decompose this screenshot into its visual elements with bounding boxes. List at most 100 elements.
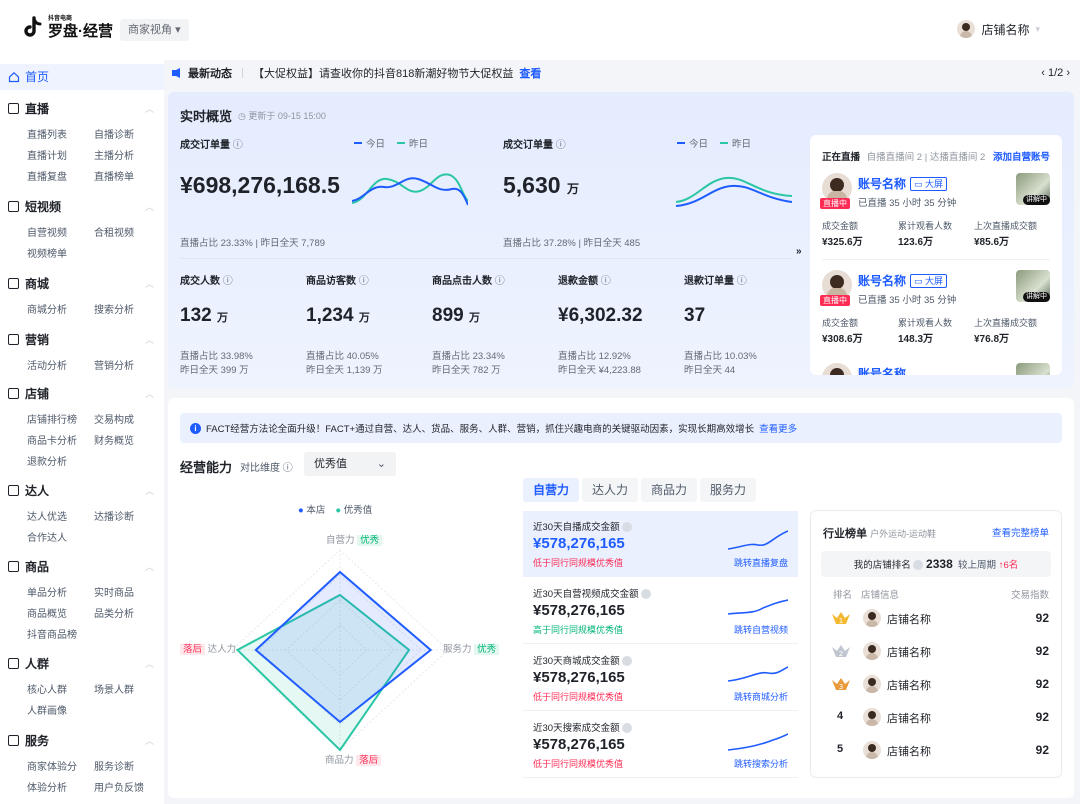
- sidebar-section-5[interactable]: 达人: [8, 482, 49, 499]
- sidebar-subitem[interactable]: 视频榜单: [27, 245, 67, 260]
- metric-card[interactable]: 近30天商城成交金额 ¥578,276,165 低于同行同规模优秀值 跳转商城分…: [523, 645, 798, 711]
- metric-card[interactable]: 近30天自营视频成交金额 ¥578,276,165 高于同行同规模优秀值 跳转自…: [523, 578, 798, 644]
- chevron-up-icon[interactable]: ︿: [145, 484, 154, 497]
- collapse-panel-icon[interactable]: »: [796, 246, 810, 268]
- live-account-name[interactable]: 账号名称: [858, 175, 906, 192]
- chevron-up-icon[interactable]: ︿: [145, 277, 154, 290]
- shop-menu[interactable]: 店铺名称 ▾: [957, 20, 1040, 38]
- sidebar-subitem[interactable]: 自播诊断: [94, 126, 134, 141]
- sidebar-subitem[interactable]: 合作达人: [27, 529, 67, 544]
- rank-row[interactable]: 4店铺名称92: [811, 702, 1063, 732]
- sidebar-subitem[interactable]: 抖音商品榜: [27, 626, 77, 641]
- live-account-name[interactable]: 账号名称: [858, 272, 906, 289]
- sidebar-subitem[interactable]: 直播复盘: [27, 168, 67, 183]
- compare-select[interactable]: 优秀值⌄: [304, 452, 396, 476]
- app-logo[interactable]: 抖音电商 罗盘·经营: [22, 16, 113, 40]
- chevron-up-icon[interactable]: ︿: [145, 657, 154, 670]
- help-icon[interactable]: [622, 656, 632, 666]
- metric-jump-link[interactable]: 跳转自营视频: [734, 623, 788, 636]
- sidebar-subitem[interactable]: 达播诊断: [94, 508, 134, 523]
- sidebar-section-1[interactable]: 短视频: [8, 198, 61, 215]
- chevron-up-icon[interactable]: ︿: [145, 333, 154, 346]
- help-icon[interactable]: ⓘ: [601, 276, 611, 287]
- sidebar-subitem[interactable]: 交易构成: [94, 411, 134, 426]
- chevron-up-icon[interactable]: ︿: [145, 102, 154, 115]
- sidebar-subitem[interactable]: 商家体验分: [27, 758, 77, 773]
- sidebar-subitem[interactable]: 搜索分析: [94, 301, 134, 316]
- rank-row[interactable]: 1店铺名称92: [811, 603, 1063, 633]
- help-icon[interactable]: [641, 589, 651, 599]
- sidebar-section-6[interactable]: 商品: [8, 558, 49, 575]
- big-screen-button[interactable]: ▭ 大屏: [910, 177, 947, 191]
- help-icon[interactable]: ⓘ: [223, 276, 233, 287]
- rank-row[interactable]: 2店铺名称92: [811, 636, 1063, 666]
- sidebar-subitem[interactable]: 达人优选: [27, 508, 67, 523]
- sidebar-subitem[interactable]: 合租视频: [94, 224, 134, 239]
- chevron-up-icon[interactable]: ︿: [145, 560, 154, 573]
- sidebar-subitem[interactable]: 自营视频: [27, 224, 67, 239]
- news-link[interactable]: 查看: [519, 65, 541, 81]
- rank-full-link[interactable]: 查看完整榜单: [992, 525, 1049, 539]
- sidebar-subitem[interactable]: 服务诊断: [94, 758, 134, 773]
- sidebar-subitem[interactable]: 商品卡分析: [27, 432, 77, 447]
- sidebar-subitem[interactable]: 商城分析: [27, 301, 67, 316]
- chevron-up-icon[interactable]: ︿: [145, 200, 154, 213]
- sidebar-item-home[interactable]: 首页: [0, 64, 164, 90]
- tab-service[interactable]: 服务力: [700, 478, 756, 502]
- sidebar-subitem[interactable]: 退款分析: [27, 453, 67, 468]
- sidebar-subitem[interactable]: 人群画像: [27, 702, 67, 717]
- help-icon[interactable]: ⓘ: [359, 276, 369, 287]
- sidebar-section-3[interactable]: 营销: [8, 331, 49, 348]
- sidebar-section-8[interactable]: 服务: [8, 732, 49, 749]
- sidebar-subitem[interactable]: 店铺排行榜: [27, 411, 77, 426]
- live-account-avatar[interactable]: [822, 363, 852, 375]
- add-account-link[interactable]: 添加自营账号: [993, 149, 1050, 163]
- help-icon[interactable]: [913, 560, 923, 570]
- sidebar-subitem[interactable]: 主播分析: [94, 147, 134, 162]
- sidebar-section-7[interactable]: 人群: [8, 655, 49, 672]
- live-thumbnail[interactable]: 讲解中: [1016, 173, 1050, 205]
- sidebar-subitem[interactable]: 营销分析: [94, 357, 134, 372]
- sidebar-section-4[interactable]: 店铺: [8, 385, 49, 402]
- metric-jump-link[interactable]: 跳转商城分析: [734, 690, 788, 703]
- metric-card[interactable]: 近30天搜索成交金额 ¥578,276,165 低于同行同规模优秀值 跳转搜索分…: [523, 712, 798, 778]
- metric-card[interactable]: 近30天自播成交金额 ¥578,276,165 低于同行同规模优秀值 跳转直播复…: [523, 511, 798, 577]
- rank-row[interactable]: 3店铺名称92: [811, 669, 1063, 699]
- sidebar-subitem[interactable]: 活动分析: [27, 357, 67, 372]
- sidebar-subitem[interactable]: 财务概览: [94, 432, 134, 447]
- sidebar-section-0[interactable]: 直播: [8, 100, 49, 117]
- help-icon[interactable]: ⓘ: [556, 140, 566, 151]
- live-account-name[interactable]: 账号名称: [858, 365, 906, 375]
- sidebar-subitem[interactable]: 直播列表: [27, 126, 67, 141]
- sidebar-subitem[interactable]: 单品分析: [27, 584, 67, 599]
- help-icon[interactable]: ⓘ: [737, 276, 747, 287]
- tab-product[interactable]: 商品力: [641, 478, 697, 502]
- rank-row[interactable]: 5店铺名称92: [811, 735, 1063, 765]
- sidebar-subitem[interactable]: 场景人群: [94, 681, 134, 696]
- metric-jump-link[interactable]: 跳转搜索分析: [734, 757, 788, 770]
- help-icon[interactable]: ⓘ: [233, 140, 243, 151]
- help-icon[interactable]: ⓘ: [495, 276, 505, 287]
- news-pager[interactable]: ‹ 1/2 ›: [1041, 67, 1070, 79]
- sidebar-subitem[interactable]: 体验分析: [27, 779, 67, 794]
- live-thumbnail[interactable]: 讲解中: [1016, 270, 1050, 302]
- sidebar-subitem[interactable]: 直播计划: [27, 147, 67, 162]
- sidebar-subitem[interactable]: 核心人群: [27, 681, 67, 696]
- sidebar-subitem[interactable]: 实时商品: [94, 584, 134, 599]
- sidebar-subitem[interactable]: 直播榜单: [94, 168, 134, 183]
- tab-self-operated[interactable]: 自营力: [523, 478, 579, 502]
- sidebar-subitem[interactable]: 用户负反馈: [94, 779, 144, 794]
- metric-jump-link[interactable]: 跳转直播复盘: [734, 556, 788, 569]
- big-screen-button[interactable]: ▭ 大屏: [910, 274, 947, 288]
- help-icon[interactable]: [622, 723, 632, 733]
- tab-influencer[interactable]: 达人力: [582, 478, 638, 502]
- sidebar-section-2[interactable]: 商城: [8, 275, 49, 292]
- live-thumbnail[interactable]: [1016, 363, 1050, 375]
- sidebar-subitem[interactable]: 商品概览: [27, 605, 67, 620]
- help-icon[interactable]: [622, 522, 632, 532]
- chevron-up-icon[interactable]: ︿: [145, 387, 154, 400]
- view-switch-dropdown[interactable]: 商家视角 ▾: [120, 19, 189, 41]
- sidebar-subitem[interactable]: 品类分析: [94, 605, 134, 620]
- fact-banner-link[interactable]: 查看更多: [759, 421, 797, 435]
- chevron-up-icon[interactable]: ︿: [145, 734, 154, 747]
